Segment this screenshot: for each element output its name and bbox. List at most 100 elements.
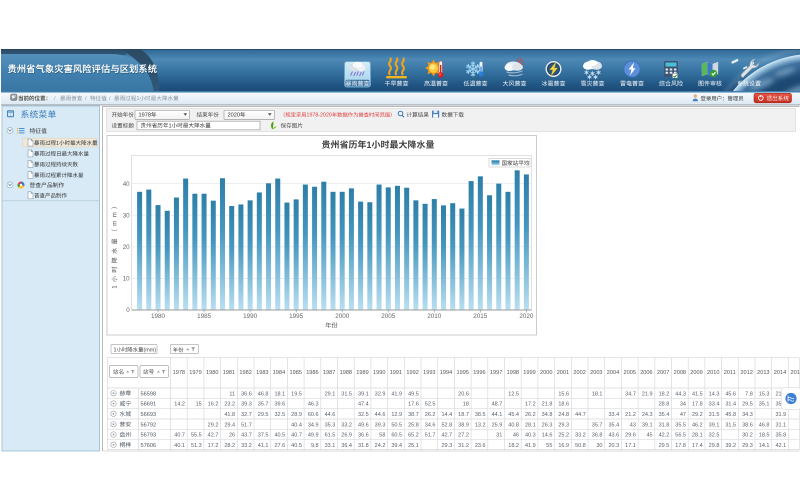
svg-text:38.5: 38.5: [475, 412, 486, 418]
svg-text:26.9: 26.9: [341, 433, 352, 439]
svg-text:20.6: 20.6: [458, 391, 469, 397]
svg-text:31.5: 31.5: [709, 412, 720, 418]
svg-text:34: 34: [680, 402, 686, 408]
svg-text:1: 1: [169, 123, 172, 129]
svg-text:40.5: 40.5: [274, 433, 285, 439]
svg-text:41.5: 41.5: [692, 391, 703, 397]
svg-text:33.4: 33.4: [709, 402, 720, 408]
svg-text:39.1: 39.1: [358, 391, 369, 397]
svg-text:31.4: 31.4: [725, 402, 736, 408]
svg-text:34.3: 34.3: [742, 412, 753, 418]
svg-text:28.8: 28.8: [659, 402, 670, 408]
svg-text:39.4: 39.4: [391, 443, 402, 449]
svg-text:39.6: 39.6: [274, 402, 285, 408]
svg-text:52.5: 52.5: [425, 402, 436, 408]
svg-text:40.8: 40.8: [508, 422, 519, 428]
svg-text:16.9: 16.9: [558, 443, 569, 449]
svg-text:31: 31: [496, 433, 502, 439]
svg-text:45.6: 45.6: [725, 391, 736, 397]
svg-text:1992: 1992: [406, 370, 418, 376]
svg-text:17.4: 17.4: [692, 443, 703, 449]
svg-text:23.6: 23.6: [475, 443, 486, 449]
svg-text:52.8: 52.8: [441, 422, 452, 428]
svg-text:51.3: 51.3: [191, 443, 202, 449]
svg-text:15.6: 15.6: [558, 391, 569, 397]
svg-text:2002: 2002: [573, 370, 585, 376]
svg-text:55.5: 55.5: [191, 433, 202, 439]
svg-text:47.4: 47.4: [358, 402, 369, 408]
svg-text:18.2: 18.2: [659, 391, 670, 397]
svg-text:34.6: 34.6: [425, 422, 436, 428]
svg-text:31.5: 31.5: [341, 391, 352, 397]
svg-text:29.5: 29.5: [742, 402, 753, 408]
svg-text:44.3: 44.3: [675, 391, 686, 397]
svg-text:33.2: 33.2: [241, 443, 252, 449]
svg-text:29.2: 29.2: [208, 422, 219, 428]
svg-text:61.5: 61.5: [325, 433, 336, 439]
svg-text:1988: 1988: [340, 370, 352, 376]
svg-text:29.1: 29.1: [325, 391, 336, 397]
svg-text:57606: 57606: [141, 443, 157, 449]
svg-text:32.5: 32.5: [709, 433, 720, 439]
svg-text:1987: 1987: [323, 370, 335, 376]
svg-text:30: 30: [123, 212, 130, 219]
svg-text:38.9: 38.9: [458, 422, 469, 428]
svg-text:1989: 1989: [356, 370, 368, 376]
svg-text:58: 58: [379, 433, 385, 439]
svg-text:25.2: 25.2: [558, 433, 569, 439]
svg-text:7.8: 7.8: [745, 391, 753, 397]
svg-text:1978: 1978: [173, 370, 185, 376]
svg-text:2010: 2010: [427, 313, 442, 320]
svg-text:32.7: 32.7: [241, 412, 252, 418]
svg-text:29.3: 29.3: [558, 422, 569, 428]
svg-text:20.3: 20.3: [608, 443, 619, 449]
svg-text:18.7: 18.7: [458, 412, 469, 418]
svg-text:27.6: 27.6: [274, 443, 285, 449]
svg-text:35.4: 35.4: [659, 412, 670, 418]
svg-text:2012: 2012: [740, 370, 752, 376]
svg-text:36.6: 36.6: [241, 391, 252, 397]
svg-text:1: 1: [114, 348, 117, 354]
svg-text:1991: 1991: [390, 370, 402, 376]
svg-text:44.1: 44.1: [492, 412, 503, 418]
svg-text:35.1: 35.1: [759, 402, 770, 408]
svg-text:56.5: 56.5: [675, 433, 686, 439]
svg-text:1996: 1996: [473, 370, 485, 376]
svg-text:1995: 1995: [457, 370, 469, 376]
svg-text:29.5: 29.5: [659, 443, 670, 449]
svg-text:2003: 2003: [590, 370, 602, 376]
svg-text:11: 11: [229, 391, 235, 397]
svg-text:36.6: 36.6: [358, 433, 369, 439]
svg-text:2020: 2020: [228, 113, 240, 119]
svg-text:1979: 1979: [189, 370, 201, 376]
svg-text:35.7: 35.7: [592, 422, 603, 428]
svg-text:12.5: 12.5: [508, 391, 519, 397]
svg-text:30: 30: [596, 443, 602, 449]
svg-text:48.7: 48.7: [492, 402, 503, 408]
svg-text:46.8: 46.8: [258, 391, 269, 397]
svg-text:56792: 56792: [141, 422, 157, 428]
svg-text:18.2: 18.2: [508, 443, 519, 449]
svg-text:14.3: 14.3: [709, 391, 720, 397]
svg-text:2011: 2011: [724, 370, 736, 376]
svg-text:1: 1: [367, 140, 372, 150]
svg-text:41.9: 41.9: [525, 443, 536, 449]
svg-text:1985: 1985: [290, 370, 302, 376]
svg-text:14.2: 14.2: [174, 402, 185, 408]
svg-text:1983: 1983: [256, 370, 268, 376]
svg-text:34.9: 34.9: [308, 422, 319, 428]
svg-text:2000: 2000: [540, 370, 552, 376]
svg-text:26.2: 26.2: [425, 412, 436, 418]
svg-text:28.9: 28.9: [291, 412, 302, 418]
svg-text:25.8: 25.8: [408, 422, 419, 428]
svg-text:14.4: 14.4: [441, 412, 452, 418]
svg-text:21.9: 21.9: [642, 391, 653, 397]
svg-text:31.1: 31.1: [775, 422, 786, 428]
svg-text:56691: 56691: [141, 402, 157, 408]
svg-text:25.1: 25.1: [408, 443, 419, 449]
svg-text:42.2: 42.2: [659, 433, 670, 439]
svg-text:50.5: 50.5: [391, 422, 402, 428]
svg-text:28.1: 28.1: [692, 433, 703, 439]
svg-text:56793: 56793: [141, 433, 157, 439]
svg-text:49.5: 49.5: [408, 391, 419, 397]
